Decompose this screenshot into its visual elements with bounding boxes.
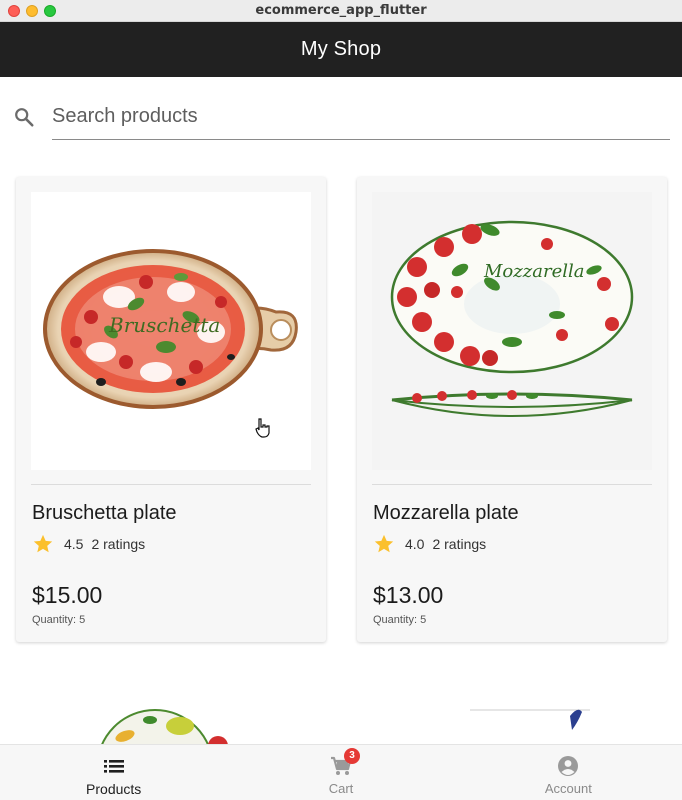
nav-label: Cart	[328, 781, 354, 796]
product-price: $13.00	[373, 582, 444, 608]
nav-label: Account	[544, 781, 592, 796]
product-name: Bruschetta plate	[32, 502, 177, 524]
app-bar: My Shop	[0, 22, 682, 77]
page-title: My Shop	[300, 38, 382, 60]
bottom-navigation: Products 3 Cart Account	[0, 744, 682, 800]
window-title: ecommerce_app_flutter	[255, 3, 427, 18]
nav-item-cart[interactable]: 3 Cart	[227, 745, 454, 800]
nav-label: Products	[86, 781, 142, 797]
pointer-cursor-icon	[255, 418, 270, 438]
rating-value: 4.0	[405, 536, 425, 552]
list-icon	[103, 760, 124, 773]
cart-count-badge: 3	[343, 748, 360, 764]
nav-item-products[interactable]: Products	[0, 745, 227, 800]
search-field	[52, 96, 670, 140]
product-quantity: Quantity: 5	[32, 614, 86, 626]
product-quantity: Quantity: 5	[373, 614, 427, 626]
plate-lettering: Mozzarella	[483, 261, 584, 282]
plate-lettering: Bruschetta	[108, 313, 220, 337]
card-divider	[372, 484, 652, 485]
rating-count: 2 ratings	[91, 536, 146, 552]
product-name: Mozzarella plate	[373, 502, 519, 524]
product-image[interactable]: Mozzarella	[372, 192, 652, 470]
rating-value: 4.5	[64, 536, 84, 552]
account-circle-icon	[558, 756, 579, 776]
search-icon[interactable]	[13, 106, 35, 128]
product-price: $15.00	[32, 582, 103, 608]
window-titlebar: ecommerce_app_flutter	[0, 0, 682, 22]
rating-row: 4.0 2 ratings	[373, 533, 486, 555]
rating-row: 4.5 2 ratings	[32, 533, 145, 555]
card-divider	[31, 484, 311, 485]
rating-count: 2 ratings	[432, 536, 487, 552]
star-icon	[374, 534, 394, 553]
star-icon	[33, 534, 53, 553]
product-card[interactable]: Mozzarella Mozzarella plate 4.0 2 rating…	[357, 177, 667, 642]
mozzarella-plate-image: Mozzarella	[390, 220, 634, 417]
product-card[interactable]: Bruschetta Bruschetta plate 4.5 2 rating…	[16, 177, 326, 642]
search-input[interactable]	[52, 96, 670, 136]
nav-item-account[interactable]: Account	[455, 745, 682, 800]
